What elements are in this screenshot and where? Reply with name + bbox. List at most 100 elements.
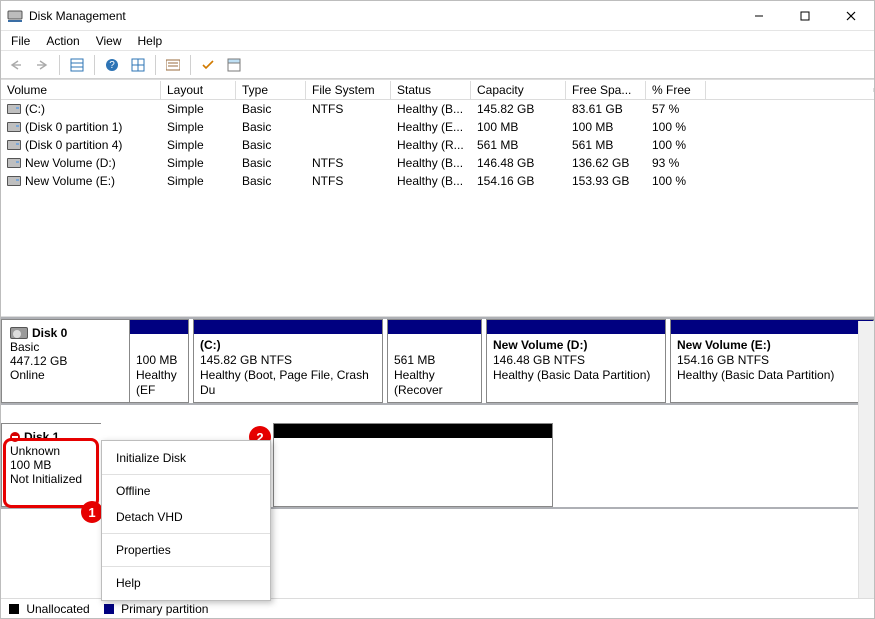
volume-row[interactable]: (C:)SimpleBasicNTFSHealthy (B...145.82 G… xyxy=(1,100,874,118)
volume-free: 100 MB xyxy=(566,120,646,134)
nav-forward-button[interactable] xyxy=(31,54,53,76)
volume-type: Basic xyxy=(236,174,306,188)
disk-type: Unknown xyxy=(10,444,93,458)
col-capacity[interactable]: Capacity xyxy=(471,81,566,99)
disk-title: Disk 0 xyxy=(32,326,67,340)
partition-status: Healthy (Recover xyxy=(394,368,475,398)
minimize-button[interactable] xyxy=(736,1,782,31)
partition-bar xyxy=(194,320,382,334)
volume-type: Basic xyxy=(236,156,306,170)
volume-name: New Volume (E:) xyxy=(25,174,115,188)
volume-layout: Simple xyxy=(161,138,236,152)
ctx-help[interactable]: Help xyxy=(102,570,270,596)
drive-icon xyxy=(7,176,21,186)
volume-capacity: 561 MB xyxy=(471,138,566,152)
menu-action[interactable]: Action xyxy=(38,32,87,50)
menu-help[interactable]: Help xyxy=(130,32,171,50)
partition-bar xyxy=(388,320,481,334)
volume-row[interactable]: New Volume (E:)SimpleBasicNTFSHealthy (B… xyxy=(1,172,874,190)
toolbar-separator xyxy=(59,55,60,75)
partition[interactable]: New Volume (D:) 146.48 GB NTFS Healthy (… xyxy=(486,319,666,403)
nav-back-button[interactable] xyxy=(5,54,27,76)
partition-title: (C:) xyxy=(200,338,221,352)
partition-size: 145.82 GB NTFS xyxy=(200,353,376,368)
volume-fs: NTFS xyxy=(306,156,391,170)
col-status[interactable]: Status xyxy=(391,81,471,99)
disk-type: Basic xyxy=(10,340,121,354)
unallocated-partition[interactable] xyxy=(273,423,553,507)
col-free[interactable]: Free Spa... xyxy=(566,81,646,99)
ctx-properties[interactable]: Properties xyxy=(102,537,270,563)
close-button[interactable] xyxy=(828,1,874,31)
legend-bar: Unallocated Primary partition xyxy=(1,598,874,618)
settings-grid-button[interactable] xyxy=(127,54,149,76)
vertical-scrollbar[interactable] xyxy=(858,321,874,598)
partition[interactable]: New Volume (E:) 154.16 GB NTFS Healthy (… xyxy=(670,319,874,403)
partition-size: 100 MB xyxy=(136,353,182,368)
ctx-detach-vhd[interactable]: Detach VHD xyxy=(102,504,270,530)
toolbar-separator xyxy=(155,55,156,75)
svg-text:?: ? xyxy=(109,60,115,71)
title-bar: Disk Management xyxy=(1,1,874,31)
disk-label-0[interactable]: Disk 0 Basic 447.12 GB Online xyxy=(1,319,129,403)
col-layout[interactable]: Layout xyxy=(161,81,236,99)
view-list-button[interactable] xyxy=(66,54,88,76)
partition-status: Healthy (Boot, Page File, Crash Du xyxy=(200,368,376,398)
volume-row[interactable]: (Disk 0 partition 1)SimpleBasicHealthy (… xyxy=(1,118,874,136)
volume-pctfree: 57 % xyxy=(646,102,706,116)
col-pctfree[interactable]: % Free xyxy=(646,81,706,99)
maximize-button[interactable] xyxy=(782,1,828,31)
disk-title: Disk 1 xyxy=(24,430,59,444)
menu-file[interactable]: File xyxy=(3,32,38,50)
col-filesystem[interactable]: File System xyxy=(306,81,391,99)
volume-row[interactable]: New Volume (D:)SimpleBasicNTFSHealthy (B… xyxy=(1,154,874,172)
app-icon xyxy=(7,8,23,24)
col-volume[interactable]: Volume xyxy=(1,81,161,99)
drive-icon xyxy=(7,158,21,168)
menu-view[interactable]: View xyxy=(88,32,130,50)
disk-label-1[interactable]: Disk 1 Unknown 100 MB Not Initialized xyxy=(1,423,101,507)
action-list-button[interactable] xyxy=(162,54,184,76)
disk-size: 447.12 GB xyxy=(10,354,121,368)
disk-size: 100 MB xyxy=(10,458,93,472)
volume-status: Healthy (B... xyxy=(391,174,471,188)
help-button[interactable]: ? xyxy=(101,54,123,76)
disk-state: Not Initialized xyxy=(10,472,93,486)
volume-list[interactable]: Volume Layout Type File System Status Ca… xyxy=(1,79,874,317)
volume-row[interactable]: (Disk 0 partition 4)SimpleBasicHealthy (… xyxy=(1,136,874,154)
volume-status: Healthy (B... xyxy=(391,102,471,116)
drive-icon xyxy=(7,140,21,150)
partition-bar xyxy=(130,320,188,334)
partition-bar xyxy=(671,320,873,334)
volume-status: Healthy (E... xyxy=(391,120,471,134)
ctx-offline[interactable]: Offline xyxy=(102,478,270,504)
partition[interactable]: 561 MB Healthy (Recover xyxy=(387,319,482,403)
volume-fs: NTFS xyxy=(306,102,391,116)
volume-layout: Simple xyxy=(161,120,236,134)
drive-icon xyxy=(7,122,21,132)
check-button[interactable] xyxy=(197,54,219,76)
swatch-black xyxy=(9,604,19,614)
volume-status: Healthy (R... xyxy=(391,138,471,152)
volume-type: Basic xyxy=(236,138,306,152)
panel-toggle-button[interactable] xyxy=(223,54,245,76)
window-title: Disk Management xyxy=(29,9,736,23)
ctx-initialize-disk[interactable]: Initialize Disk xyxy=(102,445,270,471)
volume-pctfree: 100 % xyxy=(646,138,706,152)
partition-bar xyxy=(487,320,665,334)
col-spacer xyxy=(706,88,874,92)
toolbar-separator xyxy=(190,55,191,75)
volume-pctfree: 100 % xyxy=(646,120,706,134)
volume-layout: Simple xyxy=(161,102,236,116)
col-type[interactable]: Type xyxy=(236,81,306,99)
partition-status: Healthy (Basic Data Partition) xyxy=(493,368,659,383)
partition[interactable]: 100 MB Healthy (EF xyxy=(129,319,189,403)
volume-free: 136.62 GB xyxy=(566,156,646,170)
partition[interactable]: (C:) 145.82 GB NTFS Healthy (Boot, Page … xyxy=(193,319,383,403)
partition-bar xyxy=(274,424,552,438)
volume-type: Basic xyxy=(236,120,306,134)
volume-list-header: Volume Layout Type File System Status Ca… xyxy=(1,80,874,100)
volume-free: 83.61 GB xyxy=(566,102,646,116)
hdd-icon xyxy=(10,327,28,339)
volume-capacity: 145.82 GB xyxy=(471,102,566,116)
